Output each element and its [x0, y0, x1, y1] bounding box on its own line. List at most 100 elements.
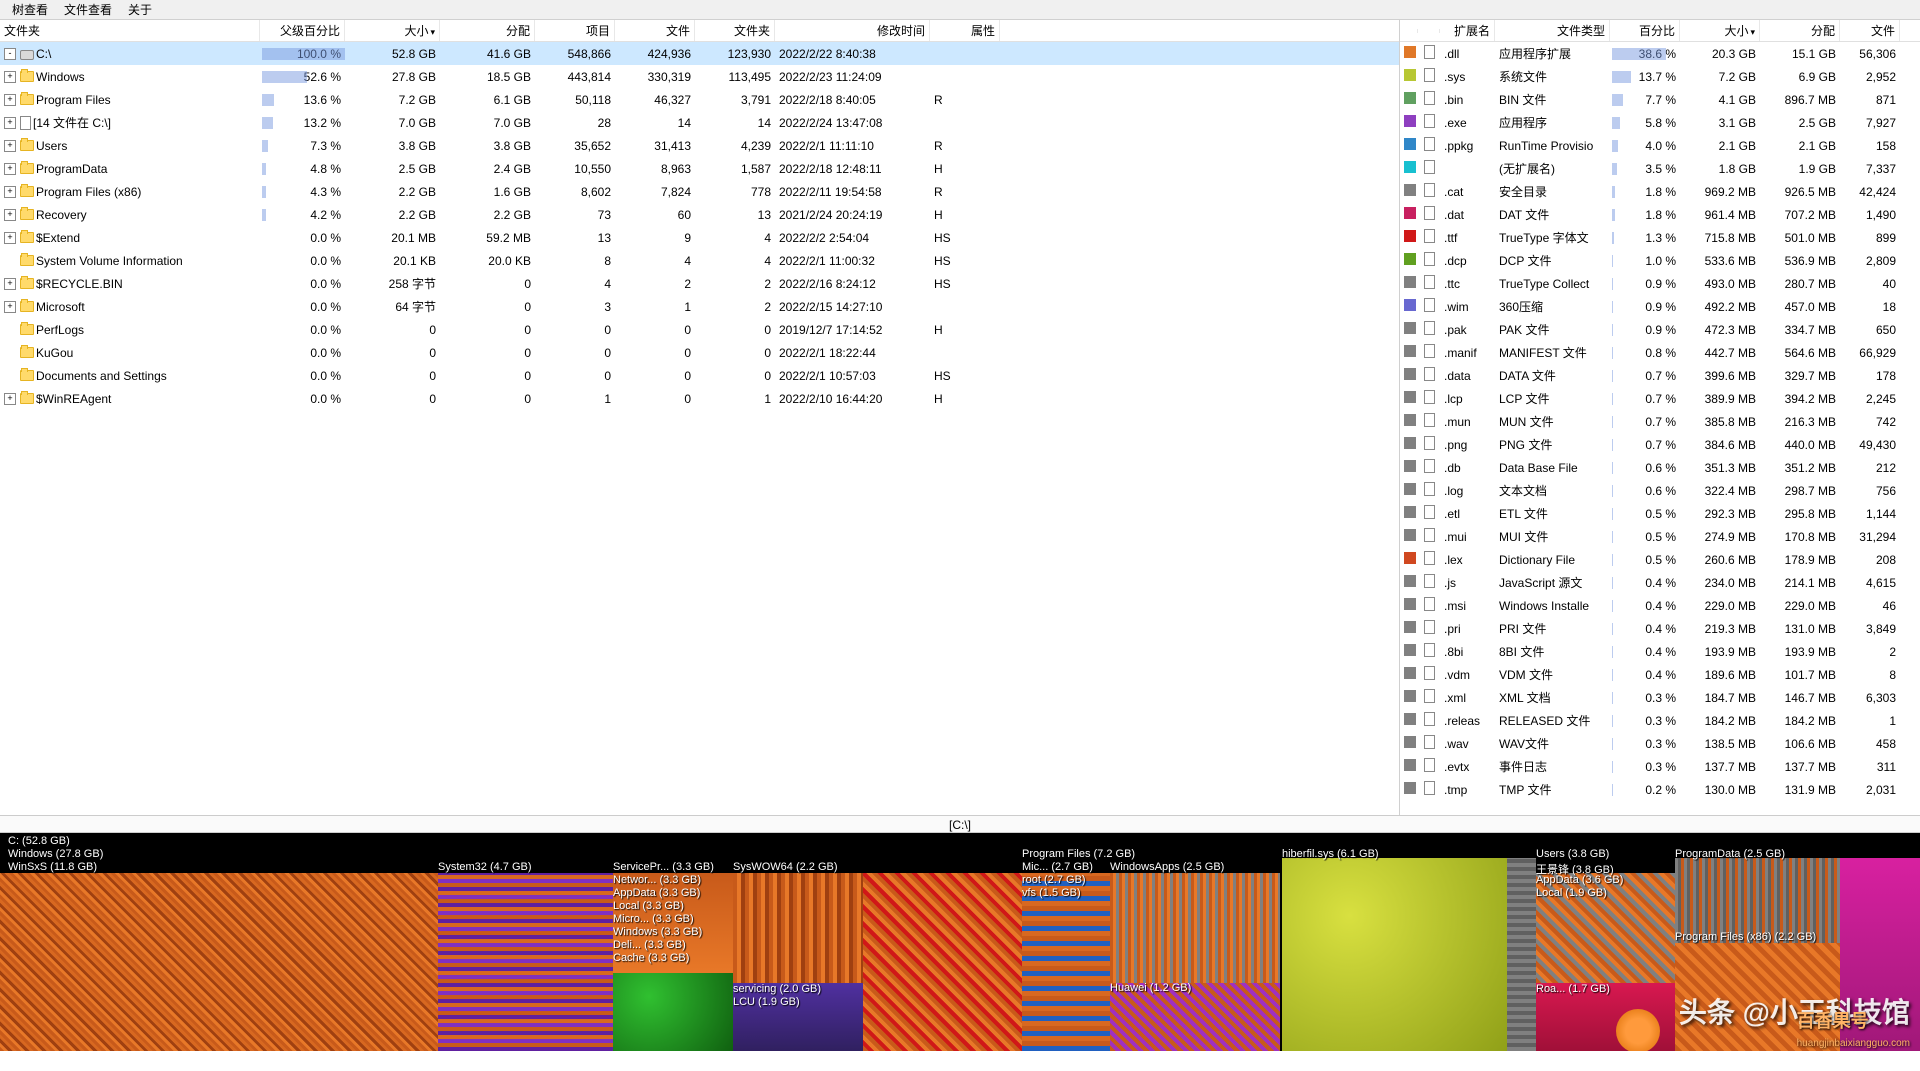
folder-row[interactable]: +ProgramData4.8 %2.5 GB2.4 GB10,5508,963… [0, 157, 1399, 180]
extension-row[interactable]: .msiWindows Installe0.4 %229.0 MB229.0 M… [1400, 594, 1920, 617]
menu-file[interactable]: 文件查看 [56, 0, 120, 20]
extension-row[interactable]: .vdmVDM 文件0.4 %189.6 MB101.7 MB8 [1400, 663, 1920, 686]
expand-toggle[interactable]: + [4, 393, 16, 405]
col-color[interactable] [1400, 29, 1418, 33]
expand-toggle[interactable]: + [4, 301, 16, 313]
folder-row[interactable]: +[14 文件在 C:\]13.2 %7.0 GB7.0 GB281414202… [0, 111, 1399, 134]
expand-toggle[interactable]: + [4, 140, 16, 152]
expand-toggle[interactable]: + [4, 278, 16, 290]
menu-tree[interactable]: 树查看 [4, 0, 56, 20]
extension-row[interactable]: .dll应用程序扩展38.6 %20.3 GB15.1 GB56,306 [1400, 42, 1920, 65]
folder-row[interactable]: System Volume Information0.0 %20.1 KB20.… [0, 249, 1399, 272]
extension-row[interactable]: .dcpDCP 文件1.0 %533.6 MB536.9 MB2,809 [1400, 249, 1920, 272]
extension-row[interactable]: .datDAT 文件1.8 %961.4 MB707.2 MB1,490 [1400, 203, 1920, 226]
folder-row[interactable]: +$WinREAgent0.0 %001012022/2/10 16:44:20… [0, 387, 1399, 410]
col-pct[interactable]: 父级百分比 [260, 20, 345, 41]
col-size-r[interactable]: 大小 [1680, 20, 1760, 41]
col-size[interactable]: 大小 [345, 20, 440, 41]
extension-row[interactable]: .wavWAV文件0.3 %138.5 MB106.6 MB458 [1400, 732, 1920, 755]
extension-row[interactable]: (无扩展名)3.5 %1.8 GB1.9 GB7,337 [1400, 157, 1920, 180]
extension-row[interactable]: .priPRI 文件0.4 %219.3 MB131.0 MB3,849 [1400, 617, 1920, 640]
file-icon [1424, 390, 1435, 404]
extension-row[interactable]: .lexDictionary File0.5 %260.6 MB178.9 MB… [1400, 548, 1920, 571]
folder-row[interactable]: +$RECYCLE.BIN0.0 %258 字节04222022/2/16 8:… [0, 272, 1399, 295]
extension-row[interactable]: .xmlXML 文档0.3 %184.7 MB146.7 MB6,303 [1400, 686, 1920, 709]
extension-row[interactable]: .cat安全目录1.8 %969.2 MB926.5 MB42,424 [1400, 180, 1920, 203]
col-files-r[interactable]: 文件 [1840, 20, 1900, 41]
folder-row[interactable]: +Windows52.6 %27.8 GB18.5 GB443,814330,3… [0, 65, 1399, 88]
col-files[interactable]: 文件 [615, 20, 695, 41]
treemap-block[interactable] [1536, 873, 1675, 983]
col-type[interactable]: 文件类型 [1495, 20, 1610, 41]
extension-row[interactable]: .log文本文档0.6 %322.4 MB298.7 MB756 [1400, 479, 1920, 502]
treemap-block[interactable] [0, 873, 438, 1051]
col-name[interactable]: 文件夹 [0, 20, 260, 41]
menu-about[interactable]: 关于 [120, 0, 160, 20]
folder-row[interactable]: Documents and Settings0.0 %000002022/2/1… [0, 364, 1399, 387]
treemap-block[interactable] [1507, 858, 1536, 1051]
treemap[interactable]: 头条 @小王科技馆 百香果号 huangjinbaixiangguo.com C… [0, 833, 1920, 1051]
extension-row[interactable]: .tmpTMP 文件0.2 %130.0 MB131.9 MB2,031 [1400, 778, 1920, 801]
treemap-block[interactable] [1022, 873, 1110, 1051]
extension-row[interactable]: .8bi8BI 文件0.4 %193.9 MB193.9 MB2 [1400, 640, 1920, 663]
extension-row[interactable]: .exe应用程序5.8 %3.1 GB2.5 GB7,927 [1400, 111, 1920, 134]
expand-toggle[interactable]: + [4, 71, 16, 83]
col-alloc-r[interactable]: 分配 [1760, 20, 1840, 41]
treemap-block[interactable] [863, 873, 1022, 1051]
expand-toggle[interactable]: + [4, 94, 16, 106]
folder-row[interactable]: +Program Files13.6 %7.2 GB6.1 GB50,11846… [0, 88, 1399, 111]
col-ico[interactable] [1418, 29, 1440, 33]
col-pct-r[interactable]: 百分比 [1610, 20, 1680, 41]
file-icon [1424, 275, 1435, 289]
treemap-block[interactable] [1110, 983, 1280, 1051]
treemap-block[interactable] [613, 973, 733, 1051]
expand-toggle[interactable]: + [4, 186, 16, 198]
extension-row[interactable]: .wim360压缩0.9 %492.2 MB457.0 MB18 [1400, 295, 1920, 318]
extension-row[interactable]: .jsJavaScript 源文0.4 %234.0 MB214.1 MB4,6… [1400, 571, 1920, 594]
extension-row[interactable]: .releasRELEASED 文件0.3 %184.2 MB184.2 MB1 [1400, 709, 1920, 732]
treemap-block[interactable] [438, 873, 613, 1051]
treemap-block[interactable] [1110, 873, 1280, 983]
extension-row[interactable]: .ttcTrueType Collect0.9 %493.0 MB280.7 M… [1400, 272, 1920, 295]
expand-toggle[interactable]: + [4, 209, 16, 221]
treemap-block[interactable] [733, 983, 863, 1051]
expand-toggle[interactable]: + [4, 232, 16, 244]
extension-row[interactable]: .binBIN 文件7.7 %4.1 GB896.7 MB871 [1400, 88, 1920, 111]
extension-row[interactable]: .ppkgRunTime Provisio4.0 %2.1 GB2.1 GB15… [1400, 134, 1920, 157]
col-alloc[interactable]: 分配 [440, 20, 535, 41]
col-subd[interactable]: 文件夹 [695, 20, 775, 41]
treemap-block[interactable] [1282, 858, 1507, 1051]
col-attr[interactable]: 属性 [930, 20, 1000, 41]
folder-row[interactable]: +$Extend0.0 %20.1 MB59.2 MB13942022/2/2 … [0, 226, 1399, 249]
expand-toggle[interactable]: - [4, 48, 16, 60]
folder-row[interactable]: +Recovery4.2 %2.2 GB2.2 GB7360132021/2/2… [0, 203, 1399, 226]
treemap-block[interactable] [613, 873, 733, 973]
folder-row[interactable]: +Microsoft0.0 %64 字节03122022/2/15 14:27:… [0, 295, 1399, 318]
extension-row[interactable]: .dataDATA 文件0.7 %399.6 MB329.7 MB178 [1400, 364, 1920, 387]
folder-row[interactable]: KuGou0.0 %000002022/2/1 18:22:44 [0, 341, 1399, 364]
treemap-block[interactable] [1675, 858, 1840, 943]
extension-row[interactable]: .pngPNG 文件0.7 %384.6 MB440.0 MB49,430 [1400, 433, 1920, 456]
col-mod[interactable]: 修改时间 [775, 20, 930, 41]
col-ext[interactable]: 扩展名 [1440, 20, 1495, 41]
extension-row[interactable]: .lcpLCP 文件0.7 %389.9 MB394.2 MB2,245 [1400, 387, 1920, 410]
extension-row[interactable]: .sys系统文件13.7 %7.2 GB6.9 GB2,952 [1400, 65, 1920, 88]
treemap-block[interactable] [733, 873, 863, 983]
extension-row[interactable]: .pakPAK 文件0.9 %472.3 MB334.7 MB650 [1400, 318, 1920, 341]
expand-toggle[interactable]: + [4, 163, 16, 175]
type-value: 文本文档 [1495, 481, 1610, 500]
folder-row[interactable]: -C:\100.0 %52.8 GB41.6 GB548,866424,9361… [0, 42, 1399, 65]
extension-row[interactable]: .ttfTrueType 字体文1.3 %715.8 MB501.0 MB899 [1400, 226, 1920, 249]
extension-row[interactable]: .munMUN 文件0.7 %385.8 MB216.3 MB742 [1400, 410, 1920, 433]
col-items[interactable]: 项目 [535, 20, 615, 41]
folder-row[interactable]: +Users7.3 %3.8 GB3.8 GB35,65231,4134,239… [0, 134, 1399, 157]
folder-row[interactable]: PerfLogs0.0 %000002019/12/7 17:14:52H [0, 318, 1399, 341]
expand-toggle[interactable]: + [4, 117, 16, 129]
extension-row[interactable]: .manifMANIFEST 文件0.8 %442.7 MB564.6 MB66… [1400, 341, 1920, 364]
folder-icon [20, 94, 34, 105]
extension-row[interactable]: .dbData Base File0.6 %351.3 MB351.2 MB21… [1400, 456, 1920, 479]
extension-row[interactable]: .muiMUI 文件0.5 %274.9 MB170.8 MB31,294 [1400, 525, 1920, 548]
extension-row[interactable]: .etlETL 文件0.5 %292.3 MB295.8 MB1,144 [1400, 502, 1920, 525]
extension-row[interactable]: .evtx事件日志0.3 %137.7 MB137.7 MB311 [1400, 755, 1920, 778]
folder-row[interactable]: +Program Files (x86)4.3 %2.2 GB1.6 GB8,6… [0, 180, 1399, 203]
